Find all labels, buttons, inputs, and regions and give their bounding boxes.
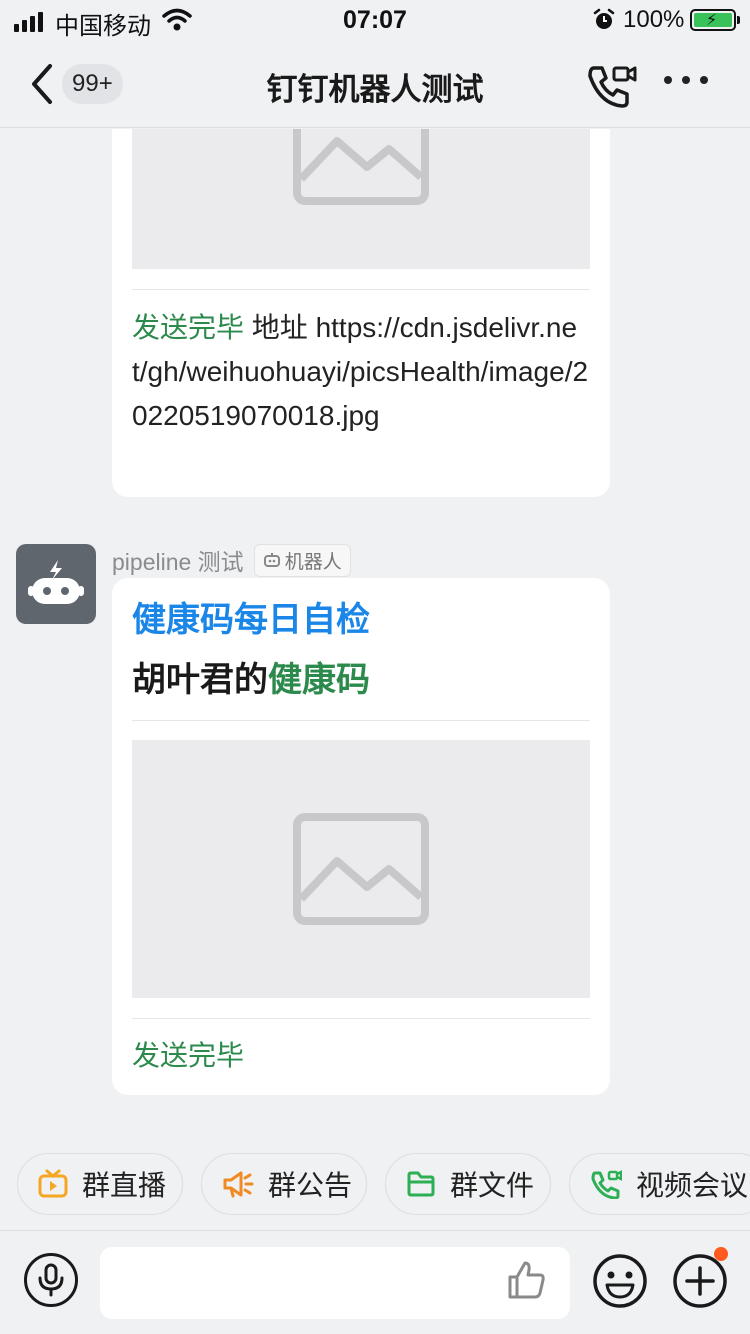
thumbs-up-icon[interactable]	[506, 1259, 548, 1306]
subtitle-highlight: 健康码	[268, 661, 370, 699]
chat-area[interactable]: 发送完毕 地址 https://cdn.jsdelivr.net/gh/weih…	[0, 129, 750, 1139]
group-live-button[interactable]: 群直播	[17, 1153, 183, 1215]
more-icon[interactable]	[664, 76, 708, 84]
notification-dot	[714, 1247, 728, 1261]
message-input[interactable]	[100, 1247, 570, 1319]
megaphone-icon	[223, 1171, 254, 1198]
message-subtitle: 胡叶君的健康码	[132, 658, 370, 702]
message-card[interactable]: 发送完毕 地址 https://cdn.jsdelivr.net/gh/weih…	[112, 129, 610, 497]
chip-label: 群文件	[450, 1170, 535, 1201]
sender-name[interactable]: pipeline 测试	[112, 543, 244, 577]
plus-icon[interactable]	[672, 1253, 728, 1314]
robot-tag-label: 机器人	[284, 551, 342, 573]
status-text: 发送完毕	[132, 312, 245, 343]
divider	[132, 1018, 590, 1019]
avatar[interactable]	[16, 544, 96, 624]
video-call-icon[interactable]	[586, 62, 638, 113]
chip-label: 视频会议	[636, 1170, 749, 1201]
battery-percentage: 100%	[623, 6, 685, 33]
quick-actions: 群直播 群公告 群文件 视频会议	[0, 1150, 750, 1220]
battery-icon: ⚡	[690, 9, 740, 31]
divider	[132, 289, 590, 290]
tv-icon	[38, 1169, 68, 1198]
message-card[interactable]: 健康码每日自检 胡叶君的健康码 发送完毕	[112, 578, 610, 1095]
subtitle-prefix: 胡叶君的	[132, 661, 268, 699]
input-bar	[0, 1230, 750, 1334]
microphone-icon[interactable]	[24, 1253, 78, 1307]
robot-icon	[28, 560, 84, 604]
status-text: 发送完毕	[132, 1040, 245, 1071]
image-icon	[293, 813, 429, 925]
nav-bar: 99+ 钉钉机器人测试	[0, 40, 750, 128]
emoji-icon[interactable]	[592, 1253, 648, 1314]
image-icon	[293, 129, 429, 205]
sender-row: pipeline 测试 机器人	[112, 543, 351, 577]
alarm-icon	[592, 8, 616, 37]
chip-label: 群公告	[268, 1170, 353, 1201]
folder-icon	[407, 1171, 435, 1197]
video-meeting-button[interactable]: 视频会议	[569, 1153, 750, 1215]
group-notice-button[interactable]: 群公告	[201, 1153, 367, 1215]
robot-tag: 机器人	[253, 543, 351, 577]
group-files-button[interactable]: 群文件	[385, 1153, 551, 1215]
chip-label: 群直播	[82, 1170, 167, 1201]
image-placeholder[interactable]	[132, 740, 590, 998]
message-title[interactable]: 健康码每日自检	[132, 598, 370, 642]
robot-icon	[263, 553, 280, 567]
divider	[132, 720, 590, 721]
status-bar: 中国移动 07:07 100% ⚡	[0, 0, 750, 40]
image-placeholder[interactable]	[132, 129, 590, 269]
message-text: 发送完毕 地址 https://cdn.jsdelivr.net/gh/weih…	[132, 306, 590, 438]
video-call-icon	[591, 1170, 622, 1199]
